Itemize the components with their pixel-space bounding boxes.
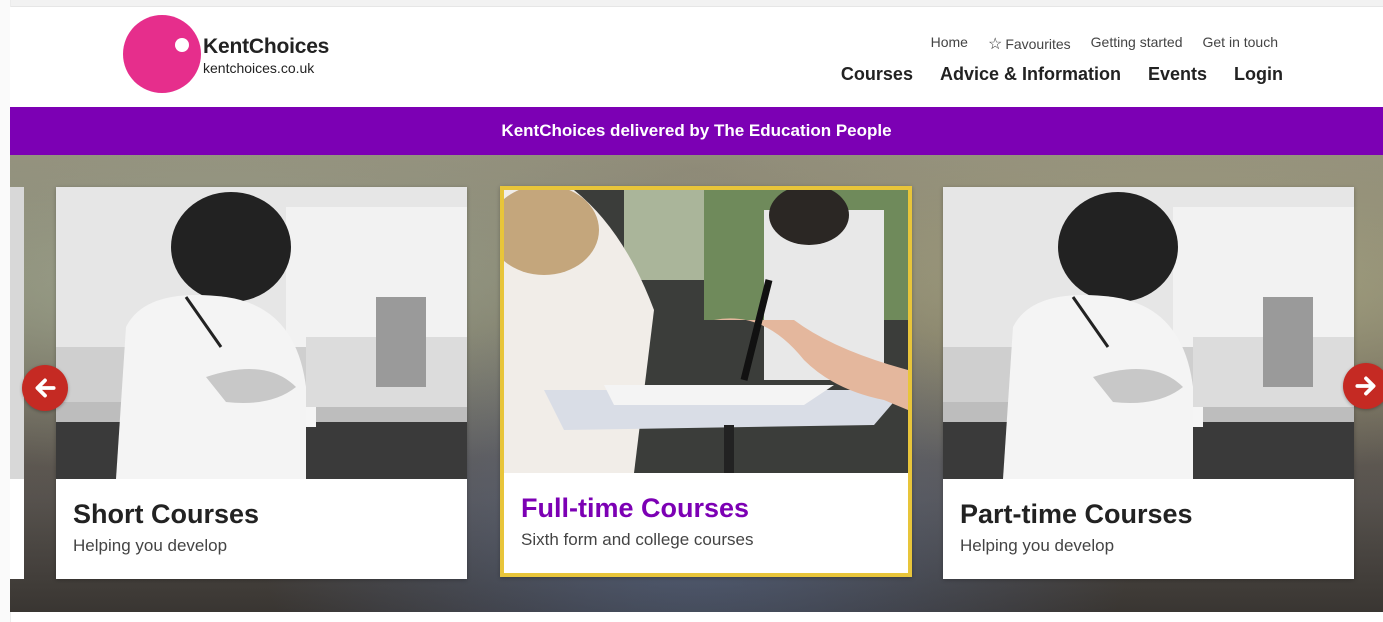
announcement-banner: KentChoices delivered by The Education P… [10, 107, 1383, 155]
logo-circle [123, 15, 201, 93]
carousel-card-full-time-courses[interactable]: Full-time Courses Sixth form and college… [500, 186, 912, 577]
nav-courses[interactable]: Courses [841, 64, 913, 85]
card-subtitle: Sixth form and college courses [521, 530, 754, 549]
nav-events[interactable]: Events [1148, 64, 1207, 85]
main-nav: Courses Advice & Information Events Logi… [841, 64, 1283, 85]
carousel-card-short-courses[interactable]: Short Courses Helping you develop [56, 187, 467, 579]
logo-dot-icon [175, 38, 189, 52]
carousel-prev-button[interactable] [22, 365, 68, 411]
nav-favourites-link[interactable]: ☆ Favourites [988, 34, 1071, 54]
nav-getting-started-link[interactable]: Getting started [1091, 34, 1183, 54]
utility-nav: Home ☆ Favourites Getting started Get in … [931, 34, 1278, 54]
carousel-card-part-time-courses[interactable]: Part-time Courses Helping you develop [943, 187, 1354, 579]
site-logo[interactable]: KentChoices kentchoices.co.uk [123, 15, 423, 95]
card-subtitle: Helping you develop [960, 536, 1115, 555]
browser-top-edge [0, 0, 1383, 7]
nav-login[interactable]: Login [1234, 64, 1283, 85]
nav-get-in-touch-link[interactable]: Get in touch [1203, 34, 1279, 54]
card-title: Part-time Courses [960, 499, 1193, 529]
card-subtitle: Helping you develop [73, 536, 228, 555]
card-title-active: Full-time Courses [521, 493, 750, 523]
card-title: Short Courses [73, 499, 260, 529]
banner-text: KentChoices delivered by The Education P… [501, 121, 892, 140]
logo-title: KentChoices [203, 35, 330, 58]
nav-advice-information[interactable]: Advice & Information [940, 64, 1121, 85]
carousel-next-button[interactable] [1343, 363, 1383, 409]
site-header: KentChoices kentchoices.co.uk Home ☆ Favo… [10, 7, 1383, 107]
nav-home-link[interactable]: Home [931, 34, 968, 54]
arrow-left-icon [35, 378, 56, 398]
student-writing-image [56, 187, 467, 479]
arrow-right-icon [1355, 376, 1376, 396]
nav-favourites-label: Favourites [1005, 36, 1071, 52]
course-carousel: Short Courses Helping you develop Full-t… [10, 155, 1383, 612]
students-exam-image [504, 190, 908, 473]
star-icon: ☆ [987, 36, 1003, 53]
student-writing-image [943, 187, 1354, 479]
logo-url: kentchoices.co.uk [203, 60, 315, 76]
